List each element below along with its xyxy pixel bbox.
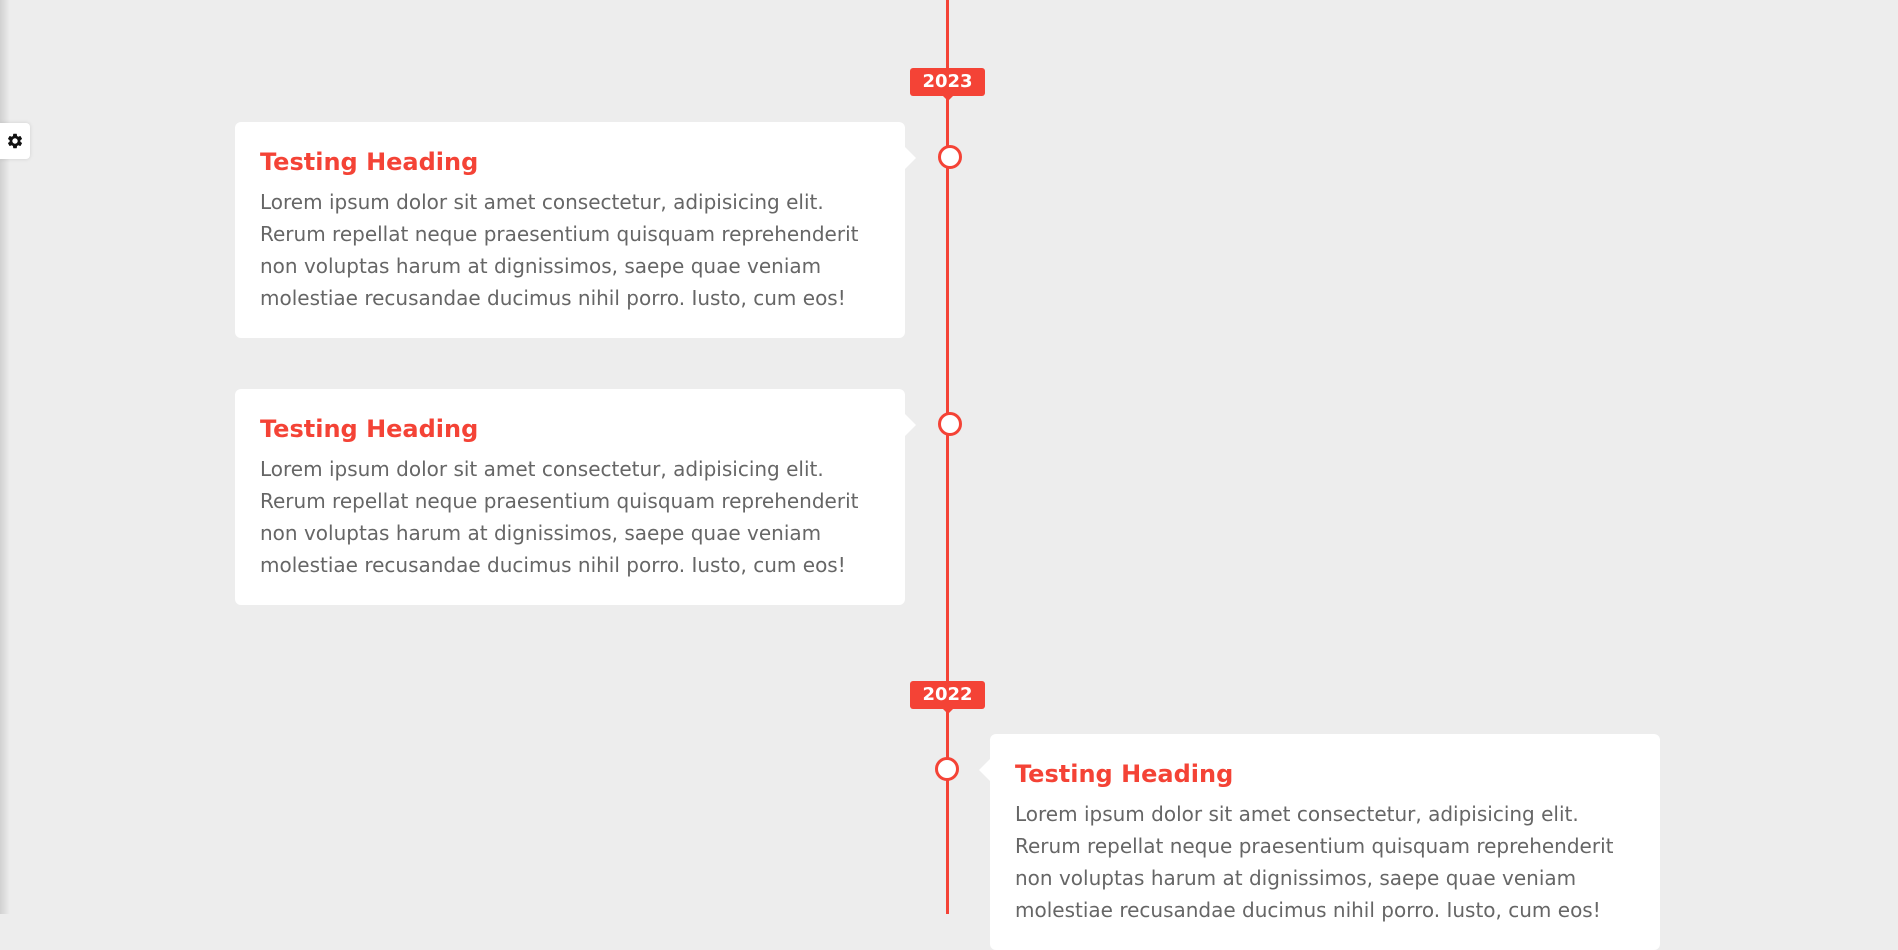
timeline-card: Testing Heading Lorem ipsum dolor sit am…	[235, 122, 916, 338]
gear-icon	[7, 133, 23, 149]
card-text: Lorem ipsum dolor sit amet consectetur, …	[260, 457, 859, 577]
card-text: Lorem ipsum dolor sit amet consectetur, …	[1015, 802, 1614, 922]
settings-toggle-button[interactable]	[0, 123, 30, 159]
year-badge: 2022	[910, 681, 985, 714]
timeline-dot	[938, 145, 962, 169]
card-title: Testing Heading	[260, 148, 479, 176]
year-badge: 2023	[910, 68, 985, 101]
timeline-card: Testing Heading Lorem ipsum dolor sit am…	[235, 389, 916, 605]
card-title: Testing Heading	[1015, 760, 1234, 788]
timeline-card: Testing Heading Lorem ipsum dolor sit am…	[979, 734, 1660, 950]
timeline-dot	[938, 412, 962, 436]
card-text: Lorem ipsum dolor sit amet consectetur, …	[260, 190, 859, 310]
card-title: Testing Heading	[260, 415, 479, 443]
timeline-dot	[935, 757, 959, 781]
